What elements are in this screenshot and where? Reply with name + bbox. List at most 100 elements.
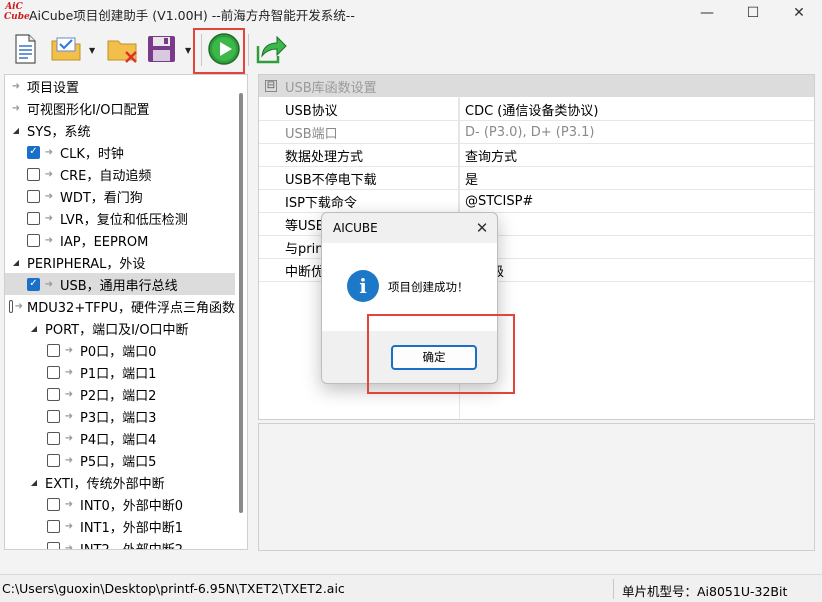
expand-triangle-icon[interactable]: ◢ [9,258,23,267]
tree-item-label: P3口，端口3 [80,410,157,426]
tree-item[interactable]: ➜ P1口，端口1 [5,361,235,383]
tree-item[interactable]: ◢ PERIPHERAL，外设 [5,251,235,273]
tree-checkbox[interactable] [47,541,60,549]
tree-item-label: P4口，端口4 [80,432,157,448]
tree-checkbox[interactable]: ✓ [27,277,40,291]
expand-triangle-icon[interactable]: ◢ [27,478,41,487]
save-dropdown-arrow-icon[interactable]: ▼ [185,46,191,55]
tree-checkbox[interactable] [27,189,40,203]
tree-item-label: INT1，外部中断1 [80,520,184,536]
tree-item[interactable]: ➜ P0口，端口0 [5,339,235,361]
tree-item-label: INT0，外部中断0 [80,498,184,514]
tree-item[interactable]: ➜ INT0，外部中断0 [5,493,235,515]
tree-item[interactable]: ◢ SYS，系统 [5,119,235,141]
toolbar: ▼ ▼ [0,26,822,74]
expand-triangle-icon[interactable]: ◢ [27,324,41,333]
tree-item[interactable]: ➜ LVR，复位和低压检测 [5,207,235,229]
tree-item[interactable]: ◢ PORT，端口及I/O口中断 [5,317,235,339]
export-button[interactable] [254,32,288,66]
property-name: USB不停电下载 [259,167,459,189]
tree-item-label: 可视图形化I/O口配置 [27,102,150,118]
save-project-button[interactable] [145,32,179,66]
dialog-close-icon[interactable]: ✕ [472,218,492,238]
property-section-title: USB库函数设置 [285,80,377,96]
tree-checkbox[interactable] [27,211,40,225]
tree-checkbox[interactable] [47,365,60,379]
tree-arrow-icon: ➜ [44,234,54,246]
tree-checkbox[interactable]: ✓ [27,145,40,159]
open-dropdown-arrow-icon[interactable]: ▼ [89,46,95,55]
tree-item[interactable]: ➜ WDT，看门狗 [5,185,235,207]
tree-item[interactable]: ➜ P4口，端口4 [5,427,235,449]
property-value[interactable]: @STCISP# [459,194,533,209]
tree-item[interactable]: ➜ 可视图形化I/O口配置 [5,97,235,119]
tree-arrow-icon: ➜ [44,146,54,158]
close-project-button[interactable] [106,32,140,66]
tree-checkbox[interactable] [47,519,60,533]
tree-item[interactable]: ✓ ➜ USB，通用串行总线 [5,273,235,295]
property-value[interactable]: 是 [459,169,478,188]
collapse-icon[interactable]: ⊟ [265,80,277,92]
property-name: USB端口 [259,121,459,143]
property-row[interactable]: USB协议 CDC (通信设备类协议) [259,98,814,121]
tree-checkbox[interactable] [27,233,40,247]
minimize-button[interactable]: — [684,0,730,26]
tree-checkbox[interactable] [47,497,60,511]
property-row[interactable]: USB端口 D- (P3.0), D+ (P3.1) [259,121,814,144]
description-pane [258,423,815,551]
tree-checkbox[interactable] [47,409,60,423]
tree-item-label: INT2，外部中断2 [80,542,184,550]
tree-vertical-scrollbar[interactable] [239,93,243,513]
tree-checkbox[interactable] [27,167,40,181]
property-name: ISP下载命令 [259,190,459,212]
tree-item[interactable]: ➜ MDU32+TFPU，硬件浮点三角函数 [5,295,235,317]
property-value[interactable]: CDC (通信设备类协议) [459,100,598,119]
dialog-title: AICUBE [333,221,378,235]
tree-arrow-icon: ➜ [64,388,74,400]
share-arrow-icon [256,35,287,64]
tree-item[interactable]: ➜ P3口，端口3 [5,405,235,427]
tree-item-label: PORT，端口及I/O口中断 [45,322,189,338]
tree-item[interactable]: ➜ CRE，自动追频 [5,163,235,185]
tree-arrow-icon: ➜ [64,366,74,378]
property-section-header[interactable]: ⊟ USB库函数设置 [259,75,814,97]
maximize-button[interactable]: ☐ [730,0,776,26]
tree-item[interactable]: ◢ EXTI，传统外部中断 [5,471,235,493]
tree-arrow-icon: ➜ [44,190,54,202]
property-row[interactable]: 数据处理方式 查询方式 [259,144,814,167]
title-bar: AiC Cube AiCube项目创建助手 (V1.00H) --前海方舟智能开发… [0,0,822,26]
tree-arrow-icon: ➜ [64,498,74,510]
property-row[interactable]: USB不停电下载是 [259,167,814,190]
new-project-button[interactable] [8,32,42,66]
tree-checkbox[interactable] [47,387,60,401]
tree-checkbox[interactable] [47,343,60,357]
tree-arrow-icon: ➜ [44,168,54,180]
property-row[interactable]: ISP下载命令 @STCISP# [259,190,814,213]
close-button[interactable]: ✕ [776,0,822,26]
expand-triangle-icon[interactable]: ◢ [9,126,23,135]
folder-delete-icon [107,40,137,63]
open-project-button[interactable] [50,32,84,66]
tree-item[interactable]: ➜ INT1，外部中断1 [5,515,235,537]
tree-item[interactable]: ➜ P5口，端口5 [5,449,235,471]
tree-arrow-icon: ➜ [64,454,74,466]
tree-checkbox[interactable] [47,453,60,467]
tree-item-label: WDT，看门狗 [60,190,143,206]
tree-checkbox[interactable] [8,299,13,313]
tree-item-label: IAP，EEPROM [60,234,149,250]
tree-arrow-icon: ➜ [64,432,74,444]
tree-item[interactable]: ➜ P2口，端口2 [5,383,235,405]
tree-checkbox[interactable] [47,431,60,445]
property-value[interactable]: D- (P3.0), D+ (P3.1) [459,125,594,140]
tree-arrow-icon: ➜ [64,344,74,356]
tree-item[interactable]: ➜ IAP，EEPROM [5,229,235,251]
tree-item[interactable]: ➜ INT2，外部中断2 [5,537,235,550]
property-value[interactable]: 查询方式 [459,146,517,165]
tree-item[interactable]: ➜ 项目设置 [5,75,235,97]
tree-item-label: P2口，端口2 [80,388,157,404]
dialog-message: 项目创建成功！ [388,280,469,294]
config-tree[interactable]: ➜ 项目设置 ➜ 可视图形化I/O口配置 ◢ SYS，系统 ✓ ➜ CLK，时钟 ➜ CRE，自动追… [4,74,248,550]
tree-arrow-icon: ➜ [44,212,54,224]
tree-item[interactable]: ✓ ➜ CLK，时钟 [5,141,235,163]
tree-arrow-icon: ➜ [14,300,24,312]
